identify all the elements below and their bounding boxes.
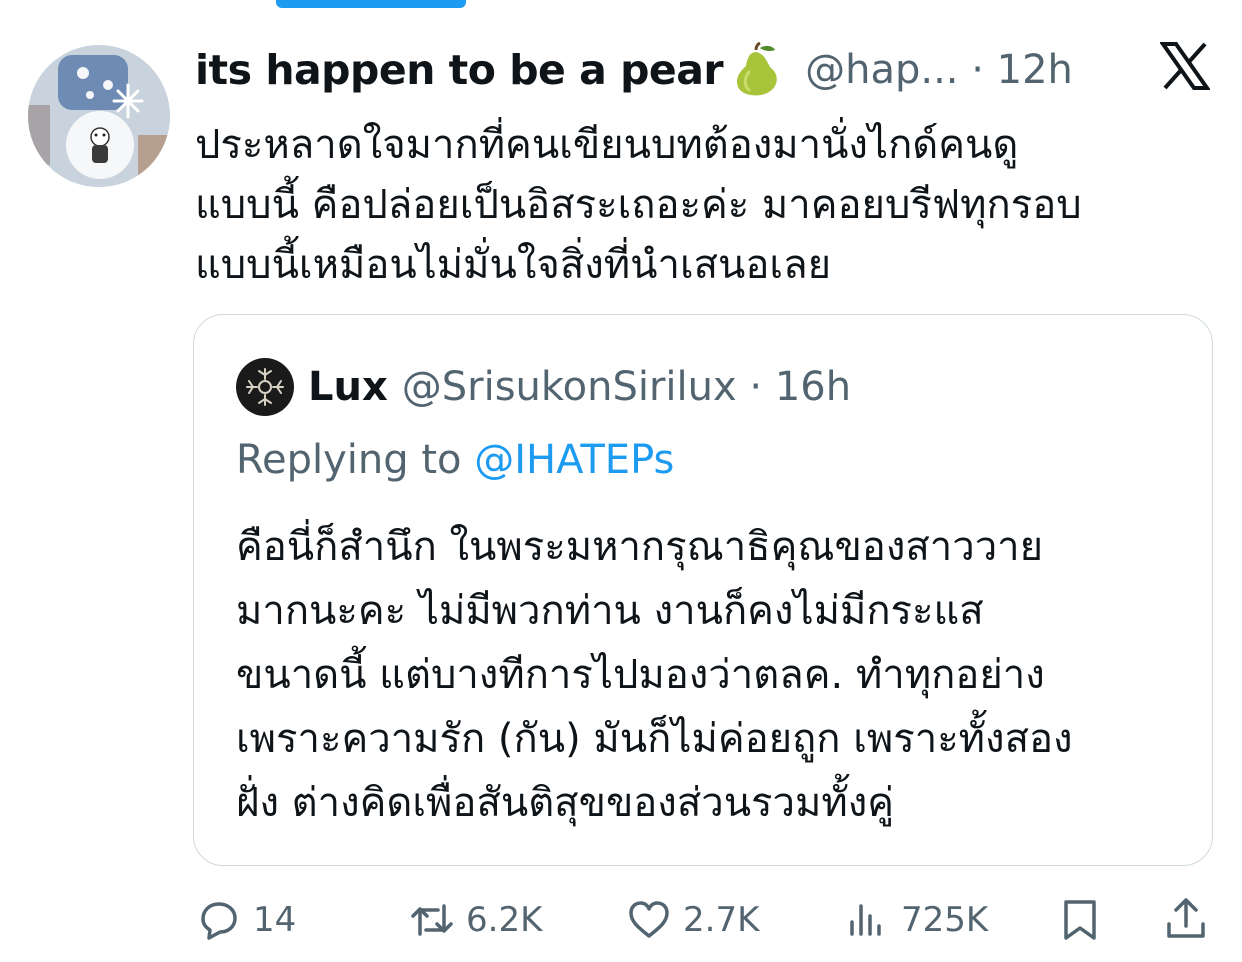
pear-emoji-icon: [737, 42, 777, 96]
emblem-icon: [246, 368, 284, 406]
like-count: 2.7K: [683, 900, 760, 940]
quoted-display-name[interactable]: Lux: [308, 364, 388, 410]
views-button[interactable]: 725K: [843, 888, 988, 952]
quoted-avatar[interactable]: [236, 358, 294, 416]
replying-to-mention[interactable]: @IHATEPs: [474, 437, 674, 483]
reply-icon: [201, 902, 237, 940]
replying-to-label: Replying to: [236, 437, 462, 483]
quoted-tweet-text: คือนี่ก็สำนึก ในพระมหากรุณาธิคุณของสาววา…: [236, 524, 1073, 826]
tweet-text: ประหลาดใจมากที่คนเขียนบทต้องมานั่งไกด์คน…: [195, 122, 1082, 288]
repost-count: 6.2K: [466, 900, 543, 940]
reply-button[interactable]: 14: [195, 888, 296, 952]
x-logo-icon[interactable]: [1160, 42, 1210, 90]
quoted-tweet[interactable]: Lux @SrisukonSirilux · 16h Replying to @…: [193, 314, 1213, 866]
action-bar: 14 6.2K 2.7K 725K: [0, 888, 1242, 952]
heart-icon: [629, 901, 669, 938]
bookmark-icon: [1064, 900, 1096, 940]
replying-to: Replying to @IHATEPs: [236, 437, 674, 483]
repost-icon: [411, 904, 453, 936]
top-scroll-indicator: [276, 0, 466, 8]
repost-button[interactable]: 6.2K: [408, 888, 542, 952]
tweet-header: its happen to be a pear @hap... · 12h: [195, 40, 1073, 100]
share-icon: [1167, 898, 1205, 938]
like-button[interactable]: 2.7K: [625, 888, 759, 952]
avatar-image: [28, 45, 170, 187]
quoted-handle-and-time[interactable]: @SrisukonSirilux · 16h: [402, 364, 851, 410]
handle-and-time[interactable]: @hap... · 12h: [805, 47, 1073, 93]
bookmark-button[interactable]: [1056, 888, 1104, 952]
share-button[interactable]: [1162, 888, 1210, 952]
views-count: 725K: [901, 900, 989, 940]
quoted-tweet-header: Lux @SrisukonSirilux · 16h: [236, 358, 851, 416]
views-chart-icon: [850, 904, 881, 936]
avatar[interactable]: [28, 45, 170, 187]
reply-count: 14: [253, 900, 297, 940]
display-name[interactable]: its happen to be a pear: [195, 46, 724, 94]
